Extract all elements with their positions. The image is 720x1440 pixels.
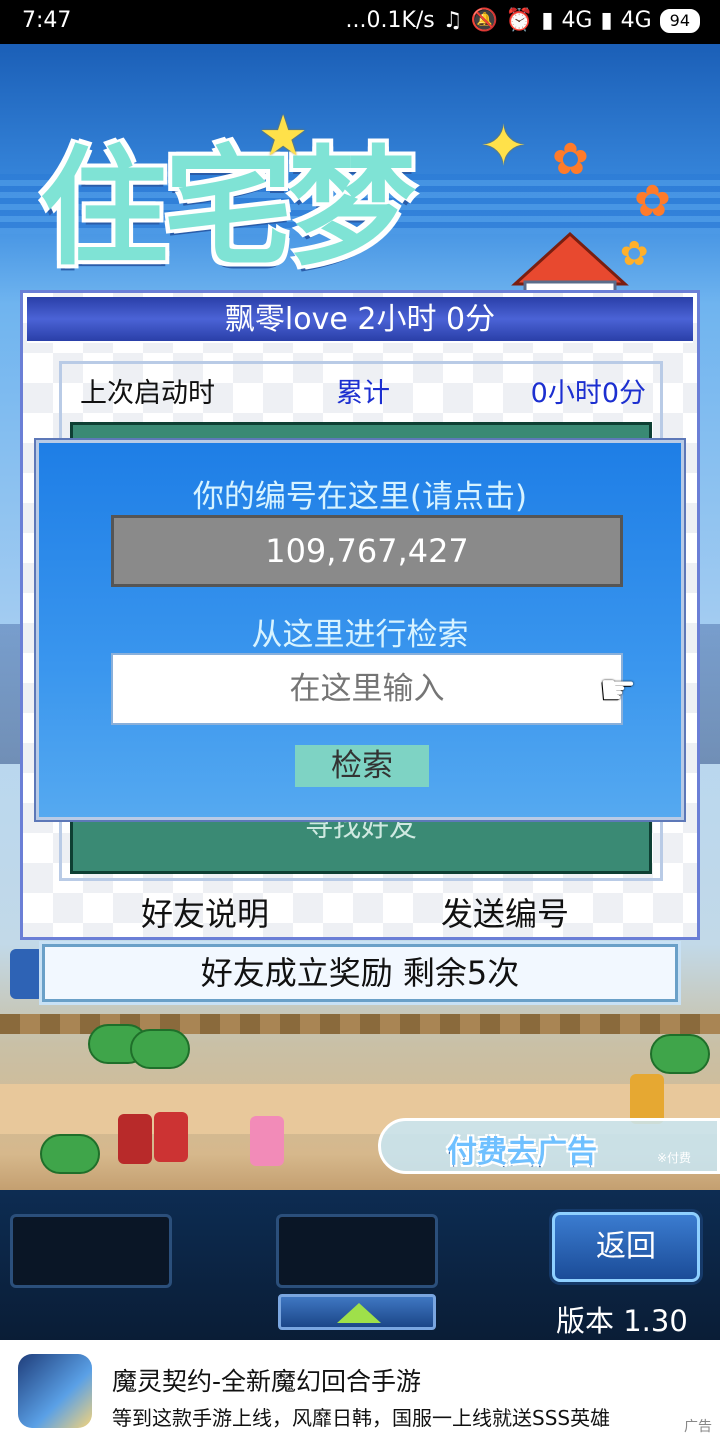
remove-ads-label: 付费去广告 bbox=[447, 1135, 597, 1170]
signal-icon: ▮ bbox=[541, 8, 554, 33]
up-arrow-icon bbox=[337, 1303, 381, 1323]
launch-info-row: 上次启动时 累计 0小时0分 bbox=[80, 374, 646, 414]
flower-icon: ✿ bbox=[552, 134, 589, 185]
search-title: 从这里进行检索 bbox=[251, 617, 469, 653]
send-id-button[interactable]: 发送编号 bbox=[441, 889, 569, 935]
mute-icon: 🔕 bbox=[470, 8, 498, 33]
total-label: 累计 bbox=[336, 378, 390, 409]
panel-links: 好友说明 发送编号 bbox=[23, 885, 703, 935]
alarm-icon: ⏰ bbox=[505, 8, 534, 33]
character-sprite bbox=[118, 1114, 152, 1164]
network-speed: ...0.1K/s bbox=[345, 8, 435, 33]
menu-slot-center[interactable] bbox=[276, 1214, 438, 1288]
pointing-hand-icon: ☚ bbox=[599, 665, 637, 714]
bush bbox=[650, 1034, 710, 1074]
bush bbox=[130, 1029, 190, 1069]
status-icons: ...0.1K/s ♫ 🔕 ⏰ ▮ 4G ▮ 4G 94 bbox=[345, 8, 700, 33]
flower-icon-2: ✿ bbox=[634, 176, 671, 227]
headset-icon: ♫ bbox=[442, 8, 463, 33]
friend-reward-banner: 好友成立奖励 剩余5次 bbox=[42, 944, 678, 1002]
search-button[interactable]: 检索 bbox=[295, 745, 429, 787]
player-id-button[interactable]: 109,767,427 bbox=[111, 515, 623, 587]
character-sprite bbox=[630, 1074, 664, 1124]
bush bbox=[40, 1134, 100, 1174]
back-button[interactable]: 返回 bbox=[552, 1212, 700, 1282]
status-time: 7:47 bbox=[22, 8, 72, 33]
signal-icon-2: ▮ bbox=[600, 8, 613, 33]
menu-slot-left[interactable] bbox=[10, 1214, 172, 1288]
character-sprite bbox=[154, 1112, 188, 1162]
ad-tag: 广告 bbox=[684, 1419, 712, 1435]
ad-app-icon[interactable] bbox=[18, 1354, 92, 1428]
flower-icon-3: ✿ bbox=[620, 234, 649, 274]
character-sprite bbox=[250, 1116, 284, 1166]
id-dialog: 你的编号在这里(请点击) 109,767,427 从这里进行检索 ☚ 检索 bbox=[36, 440, 684, 820]
remove-ads-button[interactable]: 付费去广告 ※付费 bbox=[378, 1118, 720, 1174]
star-icon-2: ✦ bbox=[480, 114, 527, 179]
search-input[interactable] bbox=[111, 653, 623, 725]
ad-description[interactable]: 等到这款手游上线，风靡日韩，国服一上线就送SSS英雄 bbox=[112, 1402, 708, 1431]
friend-help-button[interactable]: 好友说明 bbox=[141, 889, 269, 935]
panel-title: 飘零love 2小时 0分 bbox=[27, 297, 693, 343]
character-sprite bbox=[10, 949, 44, 999]
star-icon: ★ bbox=[258, 104, 309, 169]
id-title: 你的编号在这里(请点击) bbox=[192, 479, 528, 515]
version-label: 版本 1.30 bbox=[556, 1304, 688, 1338]
ad-title[interactable]: 魔灵契约-全新魔幻回合手游 bbox=[112, 1362, 421, 1398]
expand-menu-button[interactable] bbox=[278, 1294, 436, 1330]
signal-label-1: 4G bbox=[561, 8, 593, 33]
ad-banner[interactable]: 魔灵契约-全新魔幻回合手游 等到这款手游上线，风靡日韩，国服一上线就送SSS英雄… bbox=[0, 1340, 720, 1440]
signal-label-2: 4G bbox=[620, 8, 652, 33]
total-value: 0小时0分 bbox=[530, 378, 646, 409]
battery-icon: 94 bbox=[659, 8, 700, 33]
last-launch-label: 上次启动时 bbox=[80, 378, 215, 409]
remove-ads-note: ※付费 bbox=[656, 1151, 691, 1165]
bottom-bar: 返回 版本 1.30 bbox=[0, 1190, 720, 1340]
status-bar: 7:47 ...0.1K/s ♫ 🔕 ⏰ ▮ 4G ▮ 4G 94 bbox=[0, 0, 720, 44]
